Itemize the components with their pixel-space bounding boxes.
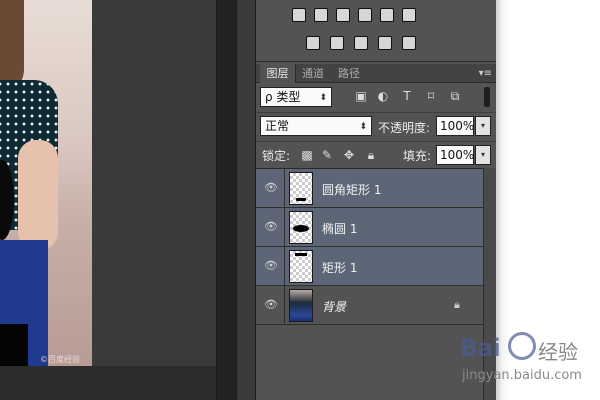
panel-menu-icon[interactable]: ▾≡ bbox=[479, 68, 492, 79]
filter-kind-select[interactable]: ρ 类型 ⬍ bbox=[260, 87, 332, 107]
layer-lock-icon: 🔒︎ bbox=[454, 298, 460, 311]
balance-icon[interactable] bbox=[314, 8, 328, 22]
layers-list: 👁︎ 圆角矩形 1 👁︎ 椭圆 1 👁︎ 矩形 1 👁︎ 背景 🔒︎ bbox=[256, 168, 483, 400]
layer-row[interactable]: 👁︎ 椭圆 1 bbox=[256, 208, 483, 247]
blackwhite-icon[interactable] bbox=[336, 8, 350, 22]
channel-mixer-icon[interactable] bbox=[380, 8, 394, 22]
eye-icon[interactable]: 👁︎ bbox=[264, 181, 278, 195]
color-lookup-icon[interactable] bbox=[402, 8, 416, 22]
image-filter-icon[interactable]: ▣ bbox=[354, 89, 368, 103]
shape-filter-icon[interactable]: ⌑ bbox=[424, 89, 438, 103]
baidu-brand-text: Bai bbox=[460, 334, 501, 362]
canvas-pasteboard bbox=[92, 0, 216, 366]
fill-dropdown-icon[interactable]: ▾ bbox=[475, 145, 491, 165]
posterize-icon[interactable] bbox=[330, 36, 344, 50]
layer-thumbnail bbox=[289, 289, 313, 322]
layer-name[interactable]: 圆角矩形 1 bbox=[322, 181, 381, 198]
smart-object-filter-icon[interactable]: ⧉ bbox=[448, 89, 462, 103]
eye-icon[interactable]: 👁︎ bbox=[264, 298, 278, 312]
baidu-jingyan-text: 经验 bbox=[538, 340, 578, 364]
layer-filter-row: ρ 类型 ⬍ ▣ ◐ T ⌑ ⧉ bbox=[256, 84, 496, 110]
fill-label: 填充: bbox=[403, 149, 432, 163]
invert-icon[interactable] bbox=[306, 36, 320, 50]
collapsed-dock[interactable] bbox=[236, 0, 256, 400]
lock-row: 锁定: ▩ ✎ ✥ 🔒︎ 填充: 100% ▾ bbox=[256, 141, 496, 167]
adjustment-filter-icon[interactable]: ◐ bbox=[376, 89, 390, 103]
layer-row[interactable]: 👁︎ 圆角矩形 1 bbox=[256, 169, 483, 208]
tab-channels[interactable]: 通道 bbox=[296, 64, 330, 83]
layer-thumbnail bbox=[289, 250, 313, 283]
lock-position-icon[interactable]: ✥ bbox=[342, 148, 356, 162]
layer-name[interactable]: 背景 bbox=[322, 298, 346, 315]
photo-filter-icon[interactable] bbox=[358, 8, 372, 22]
layer-row[interactable]: 👁︎ 矩形 1 bbox=[256, 247, 483, 286]
lock-all-icon[interactable]: 🔒︎ bbox=[364, 148, 378, 162]
chevron-updown-icon: ⬍ bbox=[319, 93, 327, 103]
blend-row: 正常 ⬍ 不透明度: 100% ▾ bbox=[256, 112, 496, 140]
eye-icon[interactable]: 👁︎ bbox=[264, 259, 278, 273]
fill-input[interactable]: 100% bbox=[436, 145, 474, 165]
photo-watermark: ©百度经验 bbox=[40, 355, 80, 364]
panel-tabs: 图层 通道 路径 ▾≡ bbox=[256, 64, 496, 83]
baidu-watermark: Bai 经验 jingyan.baidu.com bbox=[456, 330, 596, 396]
eye-icon[interactable]: 👁︎ bbox=[264, 220, 278, 234]
blend-mode-value: 正常 bbox=[265, 119, 290, 133]
layer-row[interactable]: 👁︎ 背景 🔒︎ bbox=[256, 286, 483, 325]
opacity-label: 不透明度: bbox=[378, 121, 431, 135]
gradient-map-icon[interactable] bbox=[402, 36, 416, 50]
opacity-dropdown-icon[interactable]: ▾ bbox=[475, 116, 491, 136]
filter-kind-label: ρ 类型 bbox=[265, 90, 301, 104]
baidu-url: jingyan.baidu.com bbox=[462, 368, 582, 383]
levels-icon[interactable] bbox=[292, 8, 306, 22]
filter-toggle[interactable] bbox=[484, 87, 490, 107]
tab-paths[interactable]: 路径 bbox=[332, 64, 366, 83]
layer-thumbnail bbox=[289, 211, 313, 244]
chevron-updown-icon: ⬍ bbox=[359, 122, 367, 132]
dock-divider bbox=[216, 0, 236, 400]
layer-name[interactable]: 矩形 1 bbox=[322, 259, 357, 276]
paw-icon bbox=[508, 332, 536, 360]
lock-image-icon[interactable]: ✎ bbox=[320, 148, 334, 162]
type-filter-icon[interactable]: T bbox=[400, 89, 414, 103]
blend-mode-select[interactable]: 正常 ⬍ bbox=[260, 116, 372, 136]
lock-label: 锁定: bbox=[262, 149, 291, 163]
canvas-photo[interactable]: ©百度经验 bbox=[0, 0, 92, 366]
photoshop-window: ©百度经验 图层 通道 路径 ▾≡ ρ 类型 ⬍ ▣ ◐ T ⌑ ⧉ 正常 ⬍ … bbox=[0, 0, 600, 400]
threshold-icon[interactable] bbox=[354, 36, 368, 50]
opacity-input[interactable]: 100% bbox=[436, 116, 474, 136]
lock-transparent-icon[interactable]: ▩ bbox=[300, 148, 314, 162]
layer-thumbnail bbox=[289, 172, 313, 205]
canvas-bottom bbox=[0, 366, 216, 400]
layer-name[interactable]: 椭圆 1 bbox=[322, 220, 357, 237]
adjustments-panel bbox=[256, 0, 496, 62]
selective-color-icon[interactable] bbox=[378, 36, 392, 50]
tab-layers[interactable]: 图层 bbox=[260, 64, 296, 83]
